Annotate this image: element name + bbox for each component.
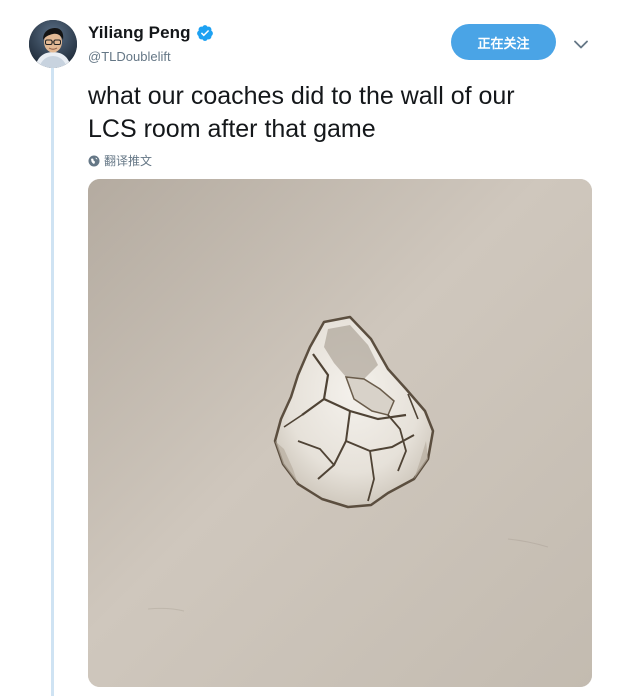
tweet-text: what our coaches did to the wall of our … xyxy=(88,82,515,143)
tweet-card: Yiliang Peng @TLDoublelift 正在关注 what our… xyxy=(0,0,621,696)
following-button[interactable]: 正在关注 xyxy=(451,24,556,60)
name-row: Yiliang Peng xyxy=(88,22,214,44)
thread-line xyxy=(51,67,54,696)
display-name[interactable]: Yiliang Peng xyxy=(88,23,191,43)
tweet-header: Yiliang Peng @TLDoublelift xyxy=(88,22,214,64)
globe-icon xyxy=(88,155,100,167)
translate-tweet-link[interactable]: 翻译推文 xyxy=(88,152,152,169)
translate-label: 翻译推文 xyxy=(104,154,153,168)
chevron-down-icon[interactable] xyxy=(571,34,591,54)
tweet-photo[interactable] xyxy=(88,179,592,687)
avatar[interactable] xyxy=(29,20,77,68)
verified-badge-icon xyxy=(196,24,214,42)
user-handle[interactable]: @TLDoublelift xyxy=(88,49,214,64)
